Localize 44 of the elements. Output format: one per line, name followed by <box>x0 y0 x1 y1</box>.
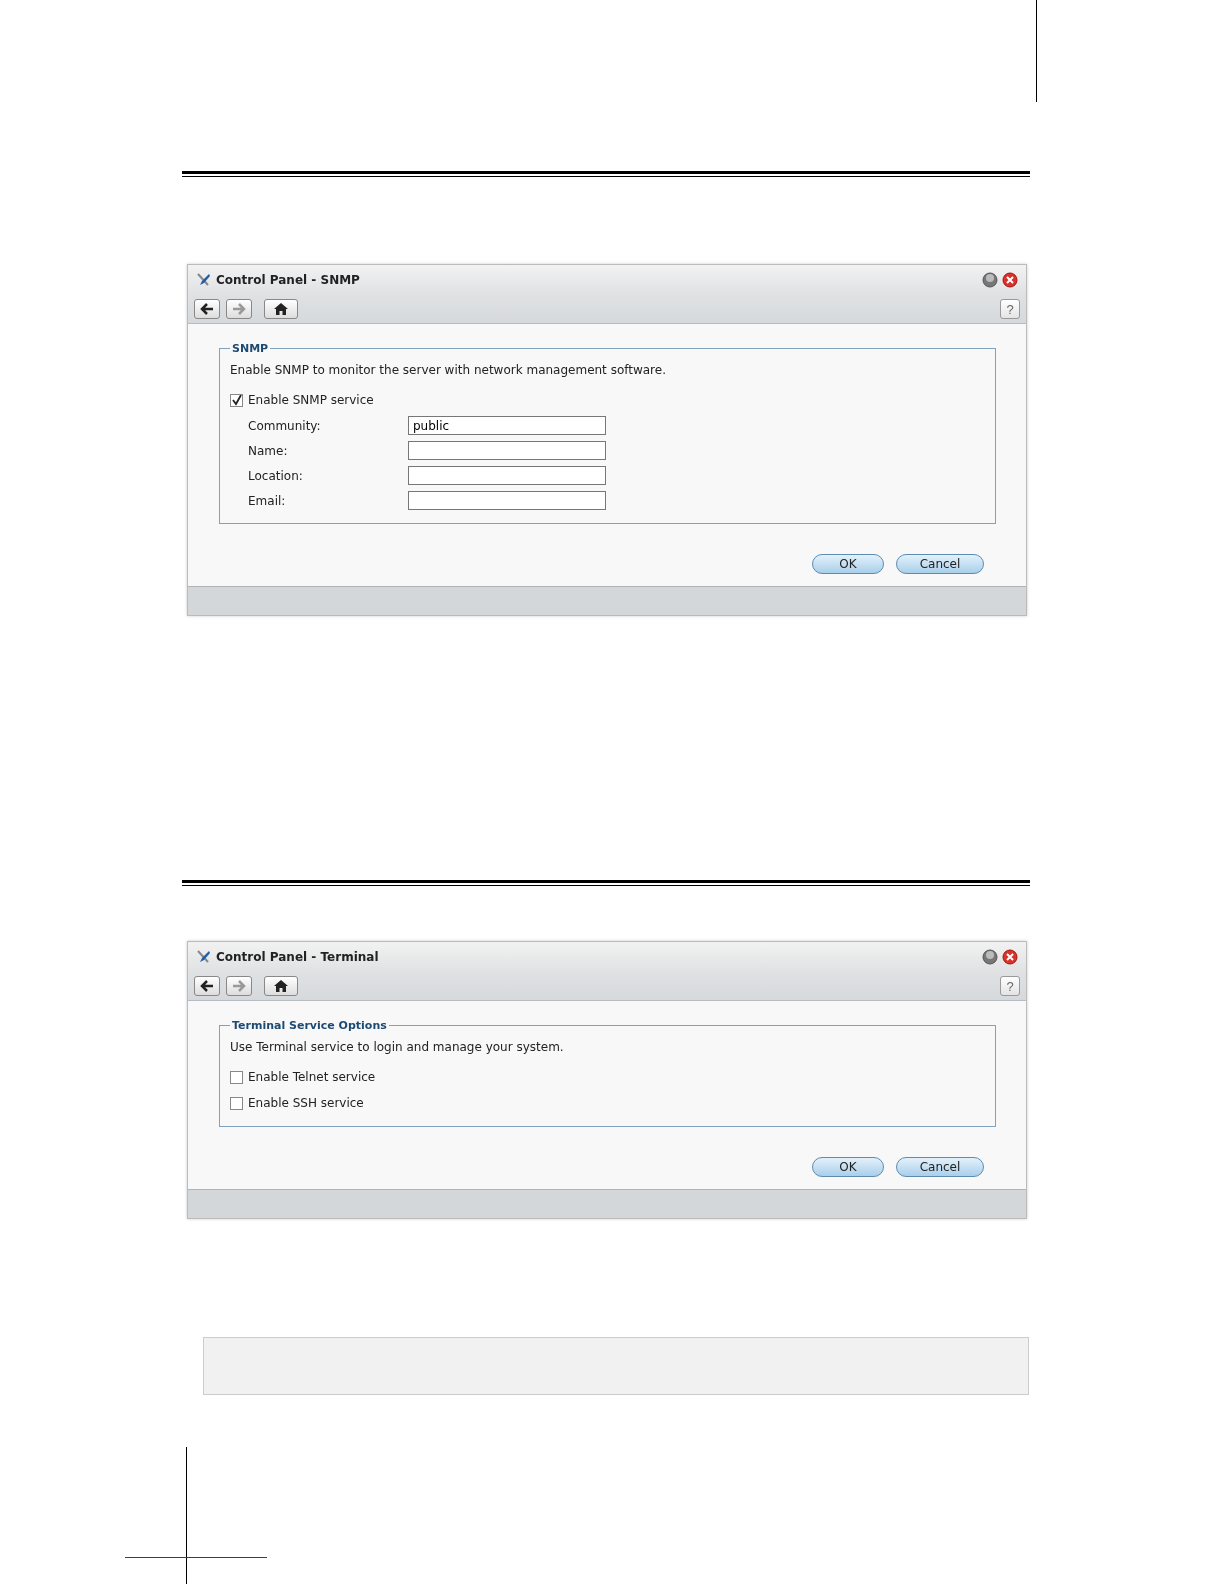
window-title: Control Panel - SNMP <box>216 273 361 287</box>
close-icon[interactable] <box>1002 272 1018 288</box>
back-button[interactable] <box>194 976 220 996</box>
close-icon[interactable] <box>1002 949 1018 965</box>
forward-button[interactable] <box>226 976 252 996</box>
home-icon <box>274 980 288 992</box>
checkbox-label: Enable SSH service <box>248 1096 364 1110</box>
minimize-icon[interactable] <box>982 272 998 288</box>
left-arrow-icon <box>200 980 214 992</box>
cancel-button[interactable]: Cancel <box>896 1157 984 1177</box>
home-icon <box>274 303 288 315</box>
description: Enable SNMP to monitor the server with network management software. <box>230 363 667 377</box>
help-button[interactable]: ? <box>1000 976 1020 996</box>
tools-icon <box>196 272 212 288</box>
field-label: Community: <box>248 418 322 433</box>
checkbox-label: Enable Telnet service <box>248 1070 376 1084</box>
field-label: Location: <box>248 468 304 483</box>
checkbox-label: Enable SNMP service <box>248 393 374 407</box>
group-title: SNMP <box>231 342 270 355</box>
ok-button[interactable]: OK <box>812 1157 884 1177</box>
window-title: Control Panel - Terminal <box>216 950 380 964</box>
left-arrow-icon <box>200 303 214 315</box>
right-arrow-icon <box>232 303 246 315</box>
input-field[interactable]: public <box>408 416 606 435</box>
help-button[interactable]: ? <box>1000 299 1020 319</box>
checkbox[interactable] <box>230 1096 243 1110</box>
ok-button[interactable]: OK <box>812 554 884 574</box>
checkbox[interactable] <box>230 1070 243 1084</box>
description: Use Terminal service to login and manage your system. <box>230 1040 565 1054</box>
input-field[interactable] <box>408 466 606 485</box>
checkbox[interactable] <box>230 393 243 407</box>
field-label: Email: <box>248 493 287 508</box>
field-label: Name: <box>248 443 289 458</box>
forward-button[interactable] <box>226 299 252 319</box>
home-button[interactable] <box>264 299 298 319</box>
tools-icon <box>196 949 212 965</box>
cancel-button[interactable]: Cancel <box>896 554 984 574</box>
right-arrow-icon <box>232 980 246 992</box>
input-field[interactable] <box>408 491 606 510</box>
input-field[interactable] <box>408 441 606 460</box>
back-button[interactable] <box>194 299 220 319</box>
home-button[interactable] <box>264 976 298 996</box>
minimize-icon[interactable] <box>982 949 998 965</box>
group-title: Terminal Service Options <box>231 1019 388 1032</box>
